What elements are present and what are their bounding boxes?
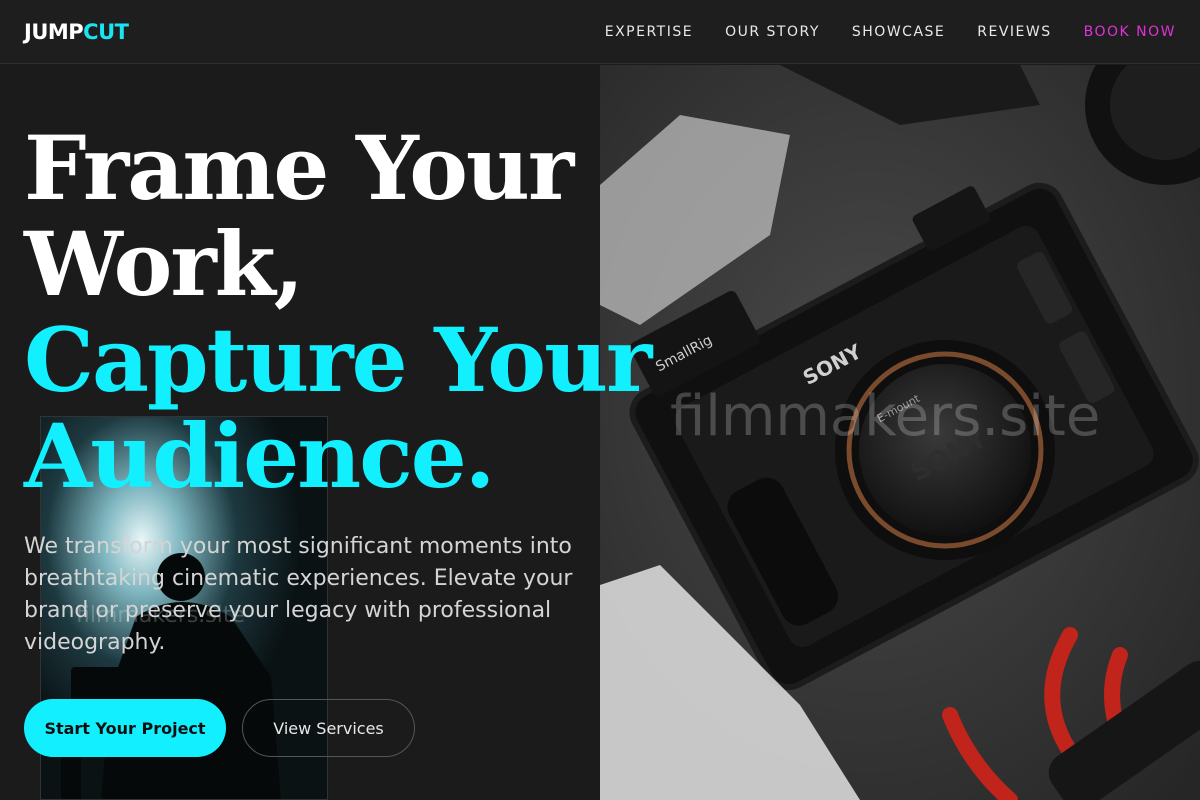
headline-line-3: Capture Your: [24, 308, 652, 412]
camera-illustration: SmallRig SONY SONY E-mount filmmakers.si…: [600, 65, 1200, 800]
nav-our-story[interactable]: OUR STORY: [725, 24, 820, 40]
logo-part-cut: CUT: [83, 19, 129, 44]
start-project-button[interactable]: Start Your Project: [24, 699, 226, 757]
site-header: JUMPCUT EXPERTISE OUR STORY SHOWCASE REV…: [0, 0, 1200, 64]
headline-line-1: Frame Your: [24, 116, 574, 220]
nav-reviews[interactable]: REVIEWS: [977, 24, 1051, 40]
nav-showcase[interactable]: SHOWCASE: [852, 24, 945, 40]
headline-line-4: Audience.: [24, 404, 495, 508]
nav-expertise[interactable]: EXPERTISE: [605, 24, 693, 40]
hero-headline: Frame Your Work, Capture Your Audience.: [24, 116, 652, 508]
photo-watermark: filmmakers.site: [670, 384, 1100, 449]
hero-camera-photo: SmallRig SONY SONY E-mount filmmakers.si…: [600, 65, 1200, 800]
logo-part-jump: JUMP: [24, 19, 84, 44]
logo[interactable]: JUMPCUT: [24, 19, 129, 44]
view-services-button[interactable]: View Services: [242, 699, 415, 757]
nav-book-now[interactable]: BOOK NOW: [1084, 24, 1176, 40]
main-nav: EXPERTISE OUR STORY SHOWCASE REVIEWS BOO…: [605, 24, 1176, 40]
hero-description: We transform your most significant momen…: [24, 534, 573, 655]
headline-line-2: Work,: [24, 212, 304, 316]
